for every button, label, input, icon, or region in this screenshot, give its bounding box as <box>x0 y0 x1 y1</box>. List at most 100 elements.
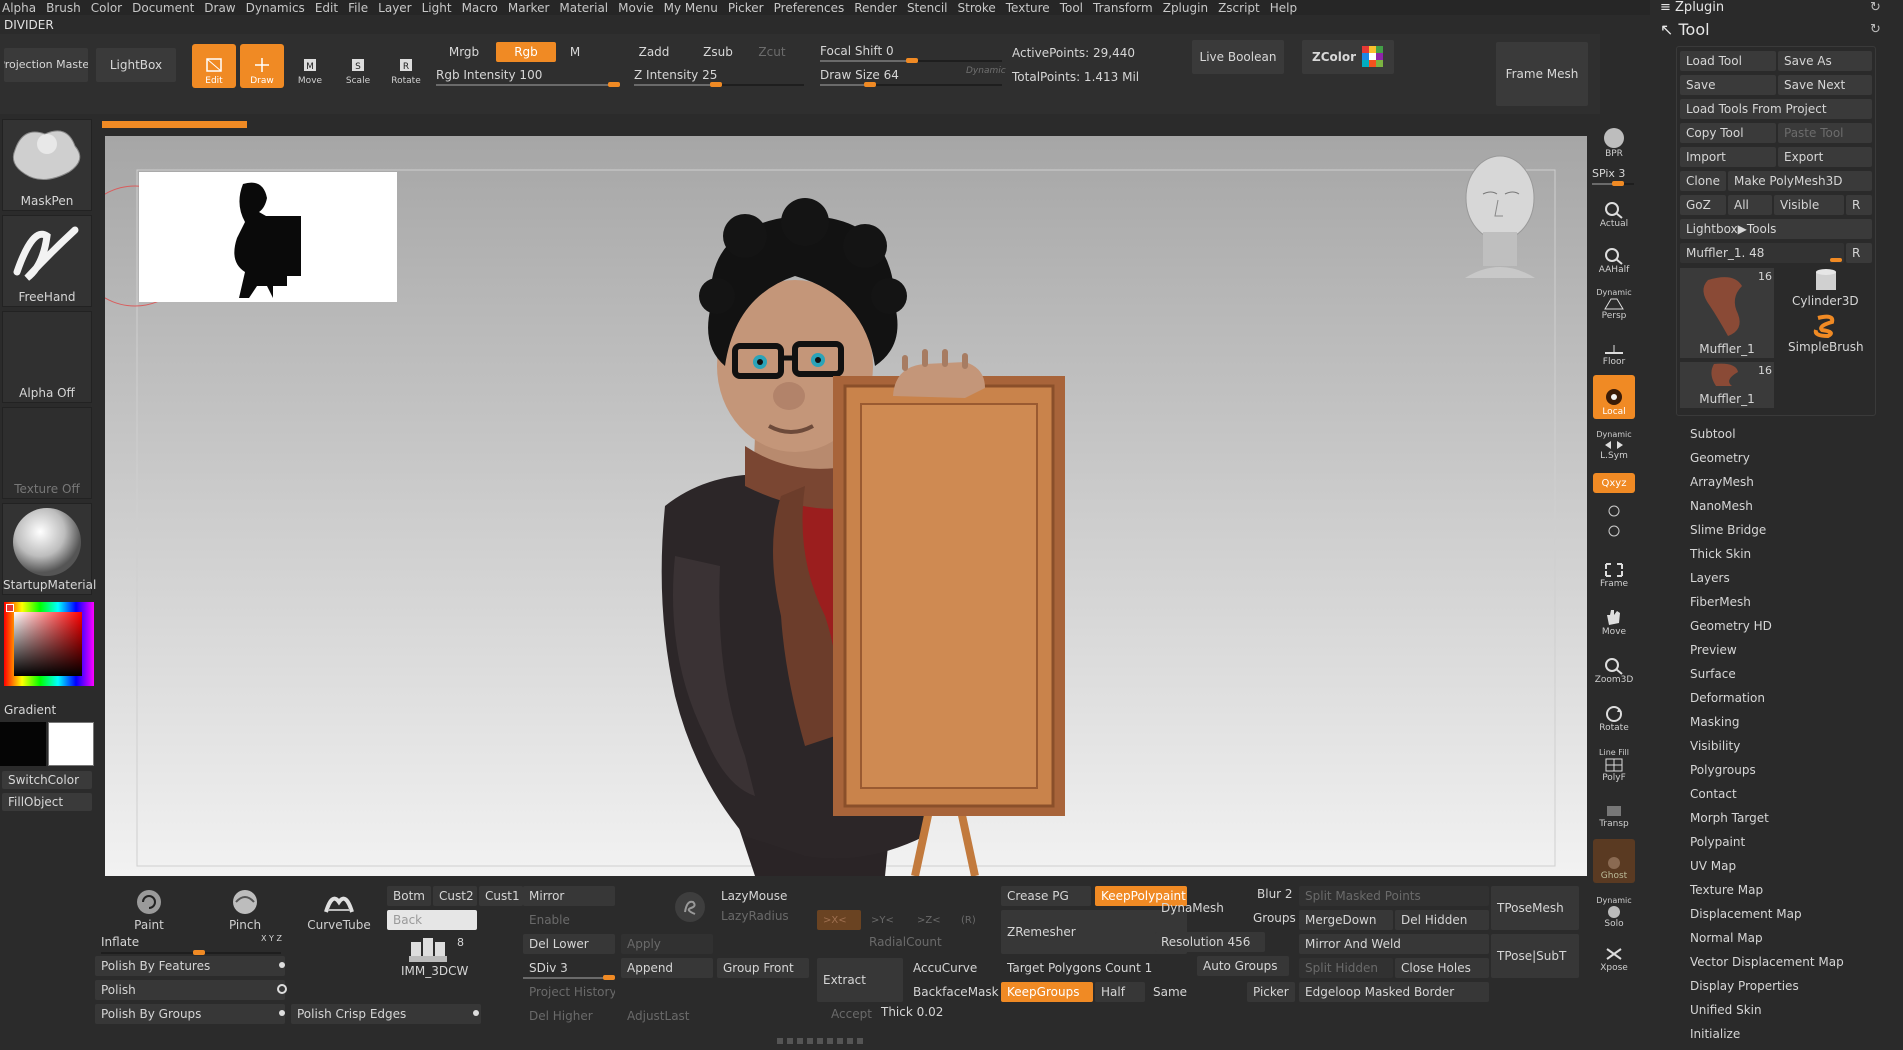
split-hidden-button[interactable]: Split Hidden <box>1299 958 1393 978</box>
zadd-button[interactable]: Zadd <box>624 42 684 62</box>
paste-tool-button[interactable]: Paste Tool <box>1778 123 1872 143</box>
menu-preferences[interactable]: Preferences <box>772 1 853 15</box>
save-as-button[interactable]: Save As <box>1778 51 1872 71</box>
keepgroups-button[interactable]: KeepGroups <box>1001 982 1093 1002</box>
live-boolean-button[interactable]: Live Boolean <box>1192 40 1284 74</box>
zcut-button[interactable]: Zcut <box>752 42 792 62</box>
transp-button[interactable]: Transp <box>1593 791 1635 831</box>
rotate-axis-icons[interactable] <box>1593 497 1635 543</box>
switch-color-button[interactable]: SwitchColor <box>2 771 92 789</box>
tool-section-slime-bridge[interactable]: Slime Bridge <box>1690 523 1766 537</box>
menu-movie[interactable]: Movie <box>616 1 662 15</box>
tool-thumb-cylinder[interactable]: Cylinder3D <box>1778 268 1872 310</box>
cust1-button[interactable]: Cust1 <box>479 886 523 906</box>
curvetube-brush-button[interactable]: CurveTube <box>305 886 373 934</box>
menu-texture[interactable]: Texture <box>1004 1 1058 15</box>
polish-slider[interactable]: Polish <box>95 980 285 1000</box>
sym-z-button[interactable]: >Z< <box>911 910 951 930</box>
menu-edit[interactable]: Edit <box>313 1 346 15</box>
polyf-button[interactable]: Line Fill PolyF <box>1593 741 1635 785</box>
tool-section-thick-skin[interactable]: Thick Skin <box>1690 547 1751 561</box>
menu-zscript[interactable]: Zscript <box>1216 1 1268 15</box>
polish-by-groups-toggle[interactable] <box>279 1010 285 1016</box>
sym-x-button[interactable]: >X< <box>817 910 861 930</box>
tool-section-initialize[interactable]: Initialize <box>1690 1027 1740 1041</box>
menu-stroke[interactable]: Stroke <box>956 1 1004 15</box>
solo-button[interactable]: Dynamic Solo <box>1593 887 1635 931</box>
main-color-swatch[interactable] <box>48 722 94 766</box>
sym-y-button[interactable]: >Y< <box>865 910 905 930</box>
tool-section-displacement-map[interactable]: Displacement Map <box>1690 907 1802 921</box>
menu-marker[interactable]: Marker <box>506 1 557 15</box>
cust2-button[interactable]: Cust2 <box>433 886 477 906</box>
menu-my-menu[interactable]: My Menu <box>662 1 726 15</box>
auto-groups-button[interactable]: Auto Groups <box>1197 956 1289 976</box>
menu-macro[interactable]: Macro <box>460 1 506 15</box>
goz-button[interactable]: GoZ <box>1680 195 1726 215</box>
dynamic-size-toggle[interactable]: Dynamic <box>966 66 1006 76</box>
thick-slider[interactable]: Thick 0.02 <box>875 1002 985 1022</box>
local-button[interactable]: Local <box>1593 375 1635 419</box>
floor-button[interactable]: Floor <box>1593 329 1635 369</box>
backfacemask-button[interactable]: BackfaceMask <box>907 982 1001 1002</box>
del-lower-button[interactable]: Del Lower <box>523 934 615 954</box>
tool-section-nanomesh[interactable]: NanoMesh <box>1690 499 1753 513</box>
current-tool-slider[interactable]: Muffler_1. 48 <box>1680 243 1844 263</box>
crease-pg-button[interactable]: Crease PG <box>1001 886 1091 906</box>
zoom3d-button[interactable]: Zoom3D <box>1593 647 1635 687</box>
inflate-slider[interactable]: Inflate <box>95 932 255 952</box>
export-button[interactable]: Export <box>1778 147 1872 167</box>
tool-section-fibermesh[interactable]: FiberMesh <box>1690 595 1751 609</box>
sdiv-track[interactable] <box>523 975 615 980</box>
sym-radial-button[interactable]: (R) <box>955 910 985 930</box>
rotate-mode-button[interactable]: R Rotate <box>384 44 428 88</box>
scale-mode-button[interactable]: S Scale <box>336 44 380 88</box>
tool-thumb-simplebrush[interactable]: SimpleBrush <box>1778 312 1872 358</box>
tool-section-geometry[interactable]: Geometry <box>1690 451 1750 465</box>
goz-all-button[interactable]: All <box>1728 195 1772 215</box>
back-field[interactable]: Back <box>387 910 477 930</box>
actual-button[interactable]: Actual <box>1593 191 1635 231</box>
frame-mesh-button[interactable]: Frame Mesh <box>1496 42 1588 106</box>
lazymouse-icon[interactable] <box>675 892 705 922</box>
lightbox-button[interactable]: LightBox <box>96 48 176 82</box>
tool-section-texture-map[interactable]: Texture Map <box>1690 883 1763 897</box>
polish-by-features-toggle[interactable] <box>279 962 285 968</box>
mirror-and-weld-button[interactable]: Mirror And Weld <box>1299 934 1489 954</box>
mirror-button[interactable]: Mirror <box>523 886 615 906</box>
enable-button[interactable]: Enable <box>523 910 615 930</box>
subtool-thumb-muffler[interactable]: 16 Muffler_1 <box>1680 268 1774 358</box>
tool-palette-header[interactable]: ↖ Tool <box>1660 20 1710 39</box>
tool-section-surface[interactable]: Surface <box>1690 667 1736 681</box>
projection-master-button[interactable]: Projection Master <box>4 48 88 82</box>
canvas-viewport[interactable] <box>105 136 1587 876</box>
zplugin-collapse-icon[interactable]: ↻ <box>1870 0 1881 15</box>
resolution-slider[interactable]: Resolution 456 <box>1155 932 1265 952</box>
freehand-stroke-slot[interactable]: FreeHand <box>2 215 92 307</box>
aahalf-button[interactable]: AAHalf <box>1593 237 1635 277</box>
tool-collapse-icon[interactable]: ↻ <box>1870 22 1881 37</box>
tool-section-arraymesh[interactable]: ArrayMesh <box>1690 475 1754 489</box>
maskpen-brush-slot[interactable]: MaskPen <box>2 119 92 211</box>
draw-size-slider[interactable] <box>820 82 1002 87</box>
persp-button[interactable]: Dynamic Persp <box>1593 283 1635 323</box>
load-tools-from-project-button[interactable]: Load Tools From Project <box>1680 99 1872 119</box>
menu-color[interactable]: Color <box>89 1 130 15</box>
focal-shift-slider[interactable] <box>820 58 1002 63</box>
rgb-intensity-slider[interactable] <box>436 82 620 87</box>
tool-section-vector-displacement-map[interactable]: Vector Displacement Map <box>1690 955 1844 969</box>
adjustlast-slider[interactable]: AdjustLast <box>621 1006 761 1026</box>
bottom-shelf-grip[interactable] <box>777 1038 865 1044</box>
tool-section-visibility[interactable]: Visibility <box>1690 739 1740 753</box>
tool-section-contact[interactable]: Contact <box>1690 787 1737 801</box>
menu-layer[interactable]: Layer <box>376 1 419 15</box>
inflate-track[interactable] <box>101 950 281 955</box>
spix-slider[interactable] <box>1592 181 1634 186</box>
menu-render[interactable]: Render <box>852 1 905 15</box>
polish-crisp-edges-slider[interactable]: Polish Crisp Edges <box>291 1004 481 1024</box>
del-higher-button[interactable]: Del Higher <box>523 1006 615 1026</box>
tool-section-uv-map[interactable]: UV Map <box>1690 859 1736 873</box>
color-picker-square[interactable] <box>14 612 82 676</box>
imm-3dcw-button[interactable]: 8 IMM_3DCW <box>395 934 468 980</box>
edit-mode-button[interactable]: Edit <box>192 44 236 88</box>
